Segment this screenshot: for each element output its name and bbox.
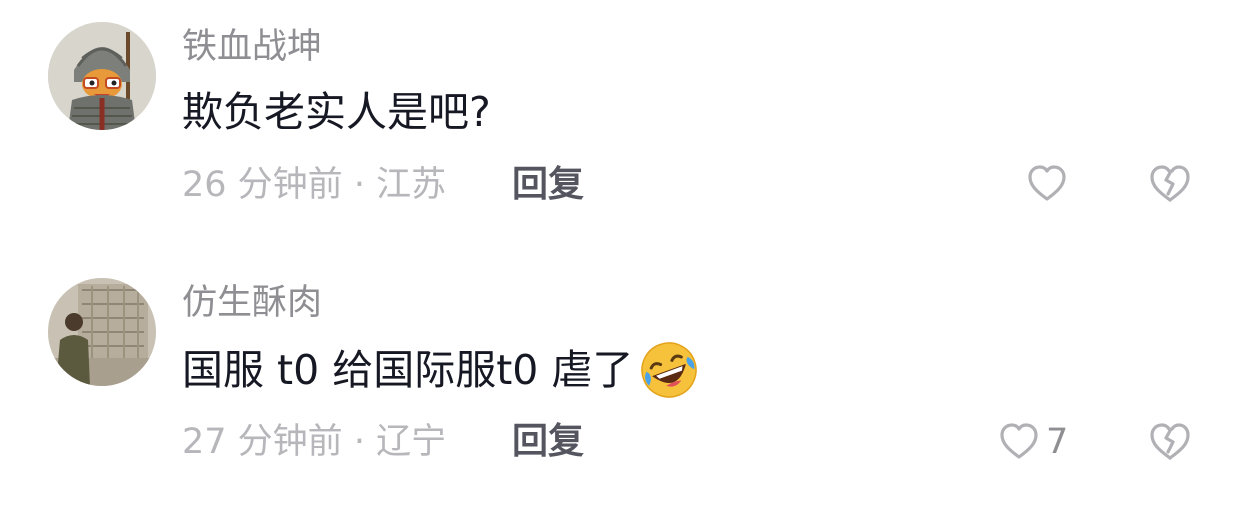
comment-text: 国服 t0 给国际服t0 虐了: [182, 340, 699, 400]
broken-heart-outline-icon: [1150, 423, 1190, 460]
rolling-on-floor-laughing-emoji: [639, 340, 699, 400]
comment-text-body: 国服 t0 给国际服t0 虐了: [182, 346, 634, 394]
meta-separator: ·: [353, 165, 365, 205]
heart-outline-icon: [1028, 165, 1066, 201]
comment-location: 辽宁: [376, 422, 447, 462]
comment-time: 27 分钟前: [182, 422, 343, 462]
man-in-room-avatar[interactable]: [48, 278, 156, 386]
comment-time: 26 分钟前: [182, 165, 343, 205]
like-button[interactable]: [1026, 162, 1074, 206]
armored-warrior-avatar[interactable]: [48, 22, 156, 130]
comment-location: 江苏: [376, 165, 447, 205]
heart-outline-icon: [1000, 423, 1038, 459]
like-button[interactable]: 7: [998, 420, 1068, 464]
dislike-button[interactable]: [1148, 420, 1192, 464]
comment-username[interactable]: 仿生酥肉: [182, 283, 322, 323]
comment-item: 仿生酥肉 国服 t0 给国际服t0 虐了 27 分钟前 · 辽宁 回复 7: [0, 256, 1242, 496]
meta-separator: ·: [353, 422, 365, 462]
comment-meta: 27 分钟前 · 辽宁: [182, 422, 446, 462]
comment-text-body: 欺负老实人是吧?: [182, 88, 491, 136]
like-count: 7: [1046, 422, 1069, 462]
dislike-button[interactable]: [1148, 162, 1192, 206]
comment-item: 铁血战坤 欺负老实人是吧? 26 分钟前 · 江苏 回复: [0, 0, 1242, 240]
comment-text: 欺负老实人是吧?: [182, 88, 491, 136]
reply-button[interactable]: 回复: [512, 422, 584, 462]
comment-username[interactable]: 铁血战坤: [182, 27, 322, 67]
comment-meta: 26 分钟前 · 江苏: [182, 165, 446, 205]
broken-heart-outline-icon: [1150, 165, 1190, 202]
reply-button[interactable]: 回复: [512, 165, 584, 205]
